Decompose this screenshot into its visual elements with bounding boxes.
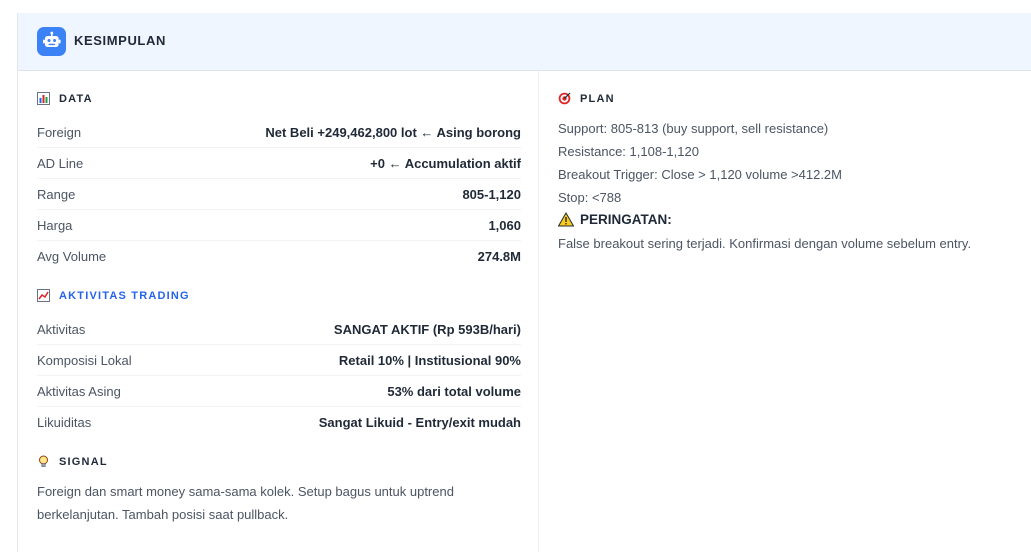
signal-text-line: berkelanjutan. Tambah posisi saat pullba… (37, 507, 289, 522)
trend-chart-icon (37, 289, 50, 302)
data-row-label: Avg Volume (37, 249, 107, 264)
trading-row: Aktivitas Asing 53% dari total volume (37, 376, 521, 407)
signal-section-label: SIGNAL (59, 455, 108, 468)
data-row-value: Net Beli +249,462,800 lot ← Asing borong (265, 124, 521, 140)
target-icon (558, 92, 571, 105)
warning-heading: PERINGATAN: (558, 212, 672, 227)
data-row-value: +0 ← Accumulation aktif (370, 155, 521, 171)
data-section-label: DATA (59, 92, 93, 105)
data-row: Avg Volume 274.8M (37, 241, 521, 272)
data-row-label: Range (37, 186, 76, 202)
trading-row-value: 53% dari total volume (387, 383, 521, 399)
warning-text: False breakout sering terjadi. Konfirmas… (558, 236, 972, 251)
data-row-label: AD Line (37, 155, 84, 171)
plan-breakout-trigger: Breakout Trigger: Close > 1,120 volume >… (558, 167, 842, 182)
trading-row-label: Likuiditas (37, 415, 92, 430)
plan-stop: Stop: <788 (558, 190, 622, 205)
conclusion-card: KESIMPULAN DATA Foreign Net Beli +249,46… (17, 13, 1031, 552)
trading-row-label: Aktivitas (37, 321, 86, 337)
plan-section-title: PLAN (558, 92, 615, 105)
trading-section-label: AKTIVITAS TRADING (59, 289, 190, 302)
signal-section-title: SIGNAL (37, 455, 108, 468)
data-row-label: Harga (37, 217, 73, 233)
trading-row-label: Komposisi Lokal (37, 352, 132, 368)
bar-chart-icon (37, 92, 50, 105)
data-row: AD Line +0 ← Accumulation aktif (37, 148, 521, 179)
trading-row: Aktivitas SANGAT AKTIF (Rp 593B/hari) (37, 314, 521, 345)
right-column: PLAN Support: 805-813 (buy support, sell… (539, 71, 1031, 552)
warning-title: PERINGATAN: (580, 212, 672, 227)
trading-row-value: Retail 10% | Institusional 90% (338, 352, 521, 368)
trading-section-title: AKTIVITAS TRADING (37, 289, 190, 302)
data-section-title: DATA (37, 92, 93, 105)
trading-row: Likuiditas Sangat Likuid - Entry/exit mu… (37, 407, 521, 438)
data-row: Harga 1,060 (37, 210, 521, 241)
data-row-value: 1,060 (488, 217, 521, 233)
left-column: DATA Foreign Net Beli +249,462,800 lot ←… (18, 71, 539, 552)
trading-row-value: Sangat Likuid - Entry/exit mudah (318, 415, 521, 430)
lightbulb-icon (37, 455, 50, 468)
trading-row-label: Aktivitas Asing (37, 383, 121, 399)
card-title: KESIMPULAN (74, 33, 166, 48)
warning-icon (558, 212, 574, 227)
data-row: Foreign Net Beli +249,462,800 lot ← Asin… (37, 117, 521, 148)
trading-row-value: SANGAT AKTIF (Rp 593B/hari) (333, 321, 521, 337)
signal-text: Foreign dan smart money sama-sama kolek.… (37, 480, 507, 526)
trading-row: Komposisi Lokal Retail 10% | Institusion… (37, 345, 521, 376)
data-row-value: 274.8M (477, 249, 521, 264)
robot-icon (37, 27, 66, 56)
card-header: KESIMPULAN (18, 13, 1031, 71)
plan-section-label: PLAN (580, 92, 615, 105)
signal-text-line: Foreign dan smart money sama-sama kolek.… (37, 484, 454, 499)
data-row-label: Foreign (37, 124, 82, 140)
data-row: Range 805-1,120 (37, 179, 521, 210)
plan-resistance: Resistance: 1,108-1,120 (558, 144, 699, 159)
plan-support: Support: 805-813 (buy support, sell resi… (558, 121, 829, 136)
data-row-value: 805-1,120 (462, 186, 521, 202)
